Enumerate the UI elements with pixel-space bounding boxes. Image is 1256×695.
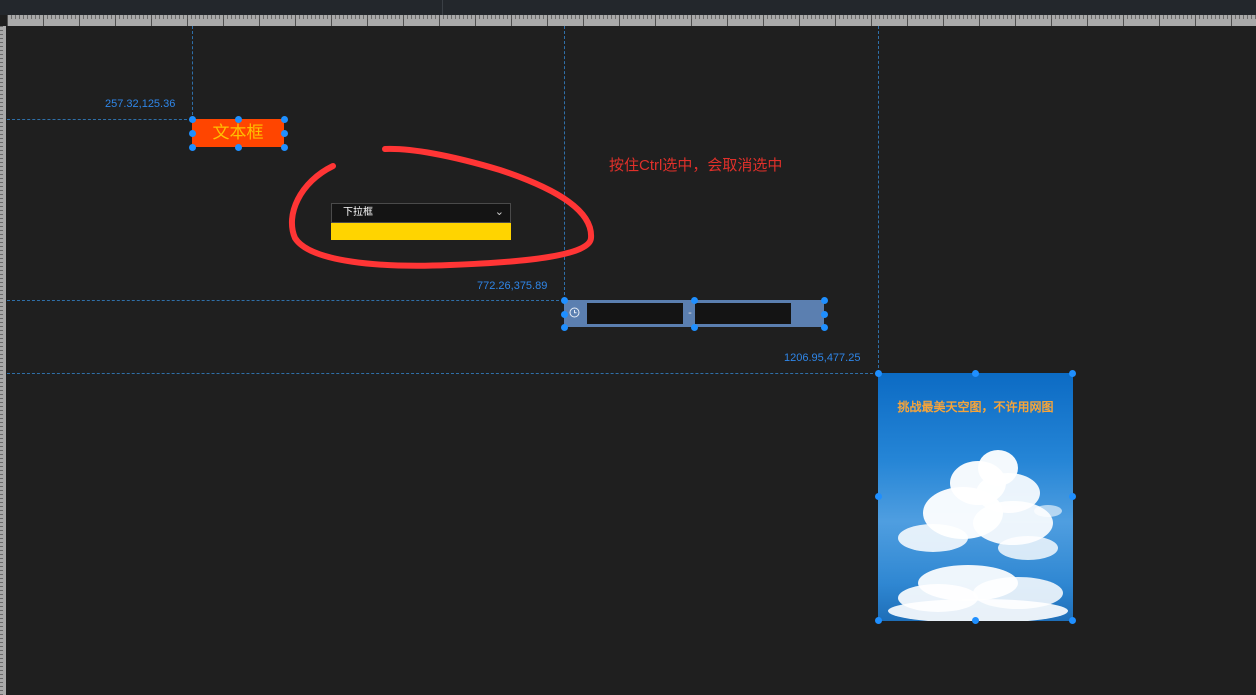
resize-handle-daterange-br[interactable] <box>820 323 828 331</box>
date-range-picker[interactable]: - <box>564 300 824 327</box>
dropdown-header[interactable]: 下拉框 ⌄ <box>331 203 511 223</box>
resize-handle-image-ml[interactable] <box>874 492 882 500</box>
dropdown-list[interactable] <box>331 223 511 240</box>
resize-handle-daterange-tl[interactable] <box>560 296 568 304</box>
resize-handle-image-tm[interactable] <box>971 369 979 377</box>
dropdown-label: 下拉框 <box>343 207 373 218</box>
resize-handle-daterange-bl[interactable] <box>560 323 568 331</box>
resize-handle-image-bl[interactable] <box>874 616 882 624</box>
chevron-down-icon[interactable]: ⌄ <box>495 205 504 219</box>
resize-handle-image-bm[interactable] <box>971 616 979 624</box>
resize-handle-daterange-bm[interactable] <box>690 323 698 331</box>
resize-handle-image-br[interactable] <box>1068 616 1076 624</box>
resize-handle-daterange-tm[interactable] <box>690 296 698 304</box>
dropdown-widget[interactable]: 下拉框 ⌄ <box>331 203 511 240</box>
date-range-separator: - <box>688 307 692 319</box>
sky-image-widget[interactable]: 挑战最美天空图，不许用网图 <box>878 373 1073 621</box>
start-date-input[interactable] <box>587 303 683 324</box>
resize-handle-image-tl[interactable] <box>874 369 882 377</box>
clock-icon[interactable] <box>568 306 581 319</box>
end-date-input[interactable] <box>695 303 791 324</box>
resize-handle-image-tr[interactable] <box>1068 369 1076 377</box>
resize-handle-daterange-ml[interactable] <box>560 310 568 318</box>
resize-handle-daterange-mr[interactable] <box>820 310 828 318</box>
design-canvas[interactable]: 257.32,125.36 772.26,375.89 1206.95,477.… <box>0 0 1256 695</box>
resize-handle-image-mr[interactable] <box>1068 492 1076 500</box>
image-caption: 挑战最美天空图，不许用网图 <box>897 400 1054 414</box>
annotation-text: 按住Ctrl选中，会取消选中 <box>609 157 783 174</box>
resize-handle-daterange-tr[interactable] <box>820 296 828 304</box>
